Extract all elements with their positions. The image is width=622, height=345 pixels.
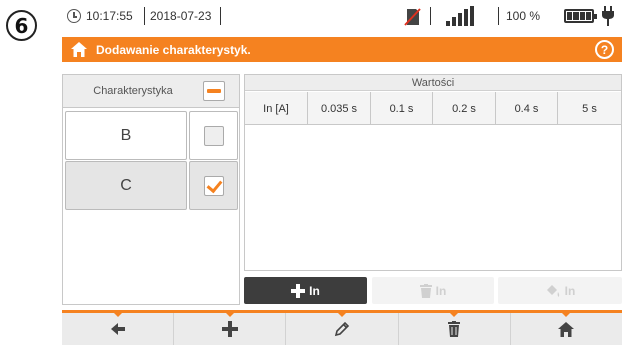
battery-icon xyxy=(564,9,597,23)
status-time: 10:17:55 xyxy=(86,9,133,23)
delete-current-label: In xyxy=(435,283,447,298)
toggle-all-checkbox[interactable] xyxy=(203,81,225,101)
step-number: 6 xyxy=(6,10,37,41)
home-icon xyxy=(558,321,575,337)
values-column-headers: In [A] 0.035 s 0.1 s 0.2 s 0.4 s 5 s xyxy=(245,92,621,125)
edit-fill-icon xyxy=(546,284,559,297)
characteristic-checkbox-cell[interactable] xyxy=(189,161,238,210)
delete-current-button[interactable]: In xyxy=(372,277,494,304)
status-date: 2018-07-23 xyxy=(150,9,212,23)
plus-icon xyxy=(291,283,306,298)
column-header: 0.2 s xyxy=(433,92,496,125)
delete-button[interactable] xyxy=(399,312,511,345)
status-divider xyxy=(144,7,145,25)
home-icon[interactable] xyxy=(70,41,88,58)
add-current-button[interactable]: In xyxy=(244,277,367,304)
column-header: In [A] xyxy=(245,92,308,125)
edit-icon xyxy=(334,321,350,337)
column-header: 5 s xyxy=(582,102,597,115)
plug-icon xyxy=(602,6,614,26)
sd-card-disabled-icon xyxy=(404,8,421,26)
characteristics-header-label: Charakterystyka xyxy=(93,85,173,97)
status-divider xyxy=(220,7,221,25)
characteristic-row-b[interactable]: B xyxy=(65,111,239,160)
characteristic-name[interactable]: C xyxy=(65,161,187,210)
home-button[interactable] xyxy=(511,312,622,345)
status-divider xyxy=(498,7,499,25)
help-icon[interactable]: ? xyxy=(595,40,614,59)
edit-current-label: In xyxy=(564,283,576,298)
signal-icon xyxy=(446,6,474,26)
characteristics-panel: Charakterystyka B C xyxy=(62,74,240,305)
edit-current-button[interactable]: In xyxy=(498,277,622,304)
checkbox-checked[interactable] xyxy=(203,175,224,196)
clock-icon xyxy=(67,9,81,23)
values-panel: Wartości In [A] 0.035 s 0.1 s 0.2 s 0.4 … xyxy=(244,74,622,271)
add-current-label: In xyxy=(309,283,320,298)
back-button[interactable] xyxy=(62,312,175,345)
characteristic-row-c[interactable]: C xyxy=(65,161,239,210)
checkbox-unchecked[interactable] xyxy=(203,125,224,146)
add-icon xyxy=(221,321,238,337)
column-header: 0.4 s xyxy=(496,92,558,125)
title-bar: Dodawanie charakterystyk. ? xyxy=(62,37,622,62)
characteristic-name[interactable]: B xyxy=(65,111,187,160)
edit-button[interactable] xyxy=(286,312,399,345)
bottom-toolbar xyxy=(62,310,622,345)
characteristics-header: Charakterystyka xyxy=(63,75,239,108)
column-header: 0.1 s xyxy=(371,92,433,125)
page-title: Dodawanie charakterystyk. xyxy=(96,43,251,57)
add-button[interactable] xyxy=(174,312,287,345)
status-bar: 10:17:55 2018-07-23 100 % xyxy=(62,0,622,34)
battery-percent: 100 % xyxy=(506,9,541,23)
characteristic-checkbox-cell[interactable] xyxy=(189,111,238,160)
trash-icon xyxy=(419,283,432,298)
delete-icon xyxy=(448,321,461,337)
status-divider xyxy=(430,7,431,25)
values-header: Wartości xyxy=(245,75,621,91)
back-icon xyxy=(110,323,125,335)
column-header: 0.035 s xyxy=(308,92,371,125)
